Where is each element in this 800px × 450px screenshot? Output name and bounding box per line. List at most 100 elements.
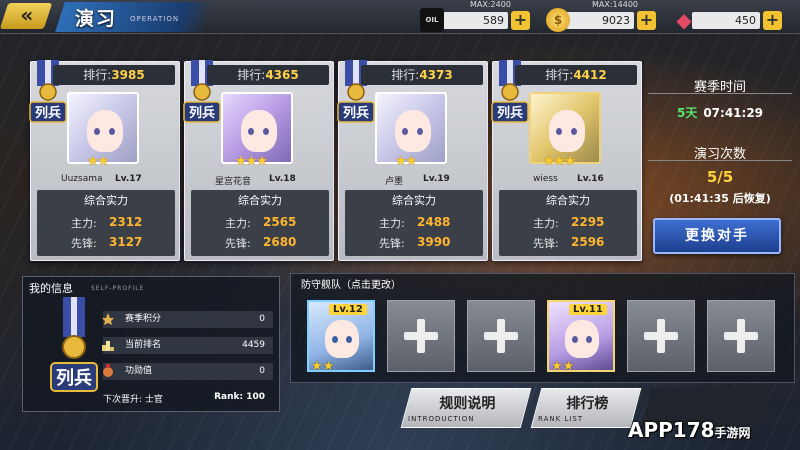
power-label: 综合实力 [84,194,128,207]
avatar-face [549,110,585,152]
ranking-sublabel: RANK LIST [538,415,584,423]
rarity-stars: ★★ [395,154,417,169]
svg-text:列兵: 列兵 [56,368,92,389]
plus-icon [642,317,680,355]
rank-medal-icon: 列兵 [50,297,98,392]
add-oil-button[interactable]: + [511,11,530,30]
opponent-card[interactable]: 列兵 排行:4373 ★★ 卢墨 Lv.19 综合实力 主力: 2488 先锋: 39… [337,60,488,261]
player-level: Lv.16 [577,174,604,184]
rarity-stars: ★★ [87,154,109,169]
coin-resource: MAX:14400 9023 $ + [546,0,658,32]
next-promotion: 下次晋升: 士官 Rank: 100 [103,392,273,405]
empty-fleet-slot[interactable] [627,300,695,372]
ship-stars: ★★ [551,359,575,374]
rules-button[interactable]: 规则说明 INTRODUCTION [400,388,532,428]
divider [648,93,792,94]
power-label: 综合实力 [238,194,282,207]
gem-resource: 450 ◆ + [672,4,784,32]
rank-bar: 排行:4365 [207,65,329,85]
season-countdown: 5天 07:41:29 [650,104,790,121]
avatar-face [87,110,123,152]
current-rank-row: 当前排名 4459 [101,337,273,354]
coin-max: MAX:14400 [592,0,638,9]
player-level: Lv.17 [115,174,142,184]
add-gem-button[interactable]: + [763,11,782,30]
rank-label: 排行: [391,68,420,82]
rank-label: 排行: [83,68,112,82]
back-button[interactable]: « [0,3,53,29]
player-level: Lv.18 [269,174,296,184]
ship-portrait [325,320,359,358]
opponent-card[interactable]: 列兵 排行:4412 ★★★ wiess Lv.16 综合实力 主力: 2295 先… [491,60,642,261]
empty-fleet-slot[interactable] [387,300,455,372]
stat-box: 综合实力 主力: 2312 先锋: 3127 [37,190,175,256]
stat-box: 综合实力 主力: 2295 先锋: 2596 [499,190,637,256]
fleet-ship-slot[interactable]: Lv.11 ★★ [547,300,615,374]
player-name: Uuzsama [61,174,103,184]
my-info-panel: 我的信息 SELF-PROFILE 列兵 赛季积分 0 当前排名 4459 功勋值 0… [22,276,280,412]
merit-medal-icon [101,364,115,378]
page-title: 演习 [75,8,118,30]
player-name: wiess [533,174,558,184]
season-clock: 07:41:29 [703,106,764,120]
page-subtitle: OPERATION [130,15,180,23]
next-promotion-rank: Rank: 100 [214,392,265,402]
season-points-row: 赛季积分 0 [101,311,273,328]
empty-fleet-slot[interactable] [707,300,775,372]
watermark-logo: APP178手游网 [628,418,751,442]
defense-fleet-title: 防守舰队（点击更改） [301,280,401,291]
power-label: 综合实力 [392,194,436,207]
rank-value: 3985 [111,68,145,82]
rarity-stars: ★★★ [235,154,268,169]
oil-value: 589 [440,12,508,29]
oil-icon: OIL [420,8,444,32]
rules-label: 规则说明 [439,396,496,412]
player-level: Lv.19 [423,174,450,184]
gem-value: 450 [692,12,760,29]
rank-value: 4365 [265,68,299,82]
ship-level: Lv.11 [569,304,607,315]
ship-level: Lv.12 [329,304,367,315]
defense-fleet-panel: 防守舰队（点击更改） Lv.12 ★★ Lv.11 ★★ [290,273,795,383]
svg-text:列兵: 列兵 [189,105,215,121]
empty-fleet-slot[interactable] [467,300,535,372]
plus-icon [482,317,520,355]
oil-resource: MAX:2400 589 OIL + [420,0,532,32]
rank-bar: 排行:4412 [515,65,637,85]
rules-sublabel: INTRODUCTION [408,415,475,423]
divider [648,160,792,161]
merit-row: 功勋值 0 [103,363,273,380]
coin-value: 9023 [566,12,634,29]
svg-text:列兵: 列兵 [343,105,369,121]
svg-text:列兵: 列兵 [35,105,61,121]
power-label: 综合实力 [546,194,590,207]
rank-value: 4373 [419,68,453,82]
ranking-button[interactable]: 排行榜 RANK LIST [530,388,642,428]
my-info-title: 我的信息 [29,282,73,295]
ship-portrait [565,320,599,358]
change-opponent-button[interactable]: 更换对手 [653,218,781,254]
rank-bar: 排行:4373 [361,65,483,85]
plus-icon [402,317,440,355]
avatar-face [241,110,277,152]
coin-icon: $ [546,8,570,32]
next-promotion-label: 下次晋升: 士官 [103,395,163,405]
plus-icon [722,317,760,355]
my-info-subtitle: SELF-PROFILE [91,285,145,292]
podium-icon [101,338,115,352]
recover-timer: (01:41:35 后恢复) [669,192,771,205]
laurel-icon [101,312,115,326]
opponent-card[interactable]: 列兵 排行:4365 ★★★ 星宫花音 Lv.18 综合实力 主力: 2565 先锋… [183,60,334,261]
opponent-card[interactable]: 列兵 排行:3985 ★★ Uuzsama Lv.17 综合实力 主力: 2312 … [29,60,180,261]
rank-label: 排行: [237,68,266,82]
ship-stars: ★★ [311,359,335,374]
rank-bar: 排行:3985 [53,65,175,85]
double-chevron-left-icon: « [19,3,33,27]
fleet-ship-slot[interactable]: Lv.12 ★★ [307,300,375,374]
add-coin-button[interactable]: + [637,11,656,30]
stat-box: 综合实力 主力: 2488 先锋: 3990 [345,190,483,256]
ranking-label: 排行榜 [566,396,609,412]
avatar-face [395,110,431,152]
gem-icon: ◆ [676,8,692,32]
player-name: 卢墨 [385,177,404,187]
